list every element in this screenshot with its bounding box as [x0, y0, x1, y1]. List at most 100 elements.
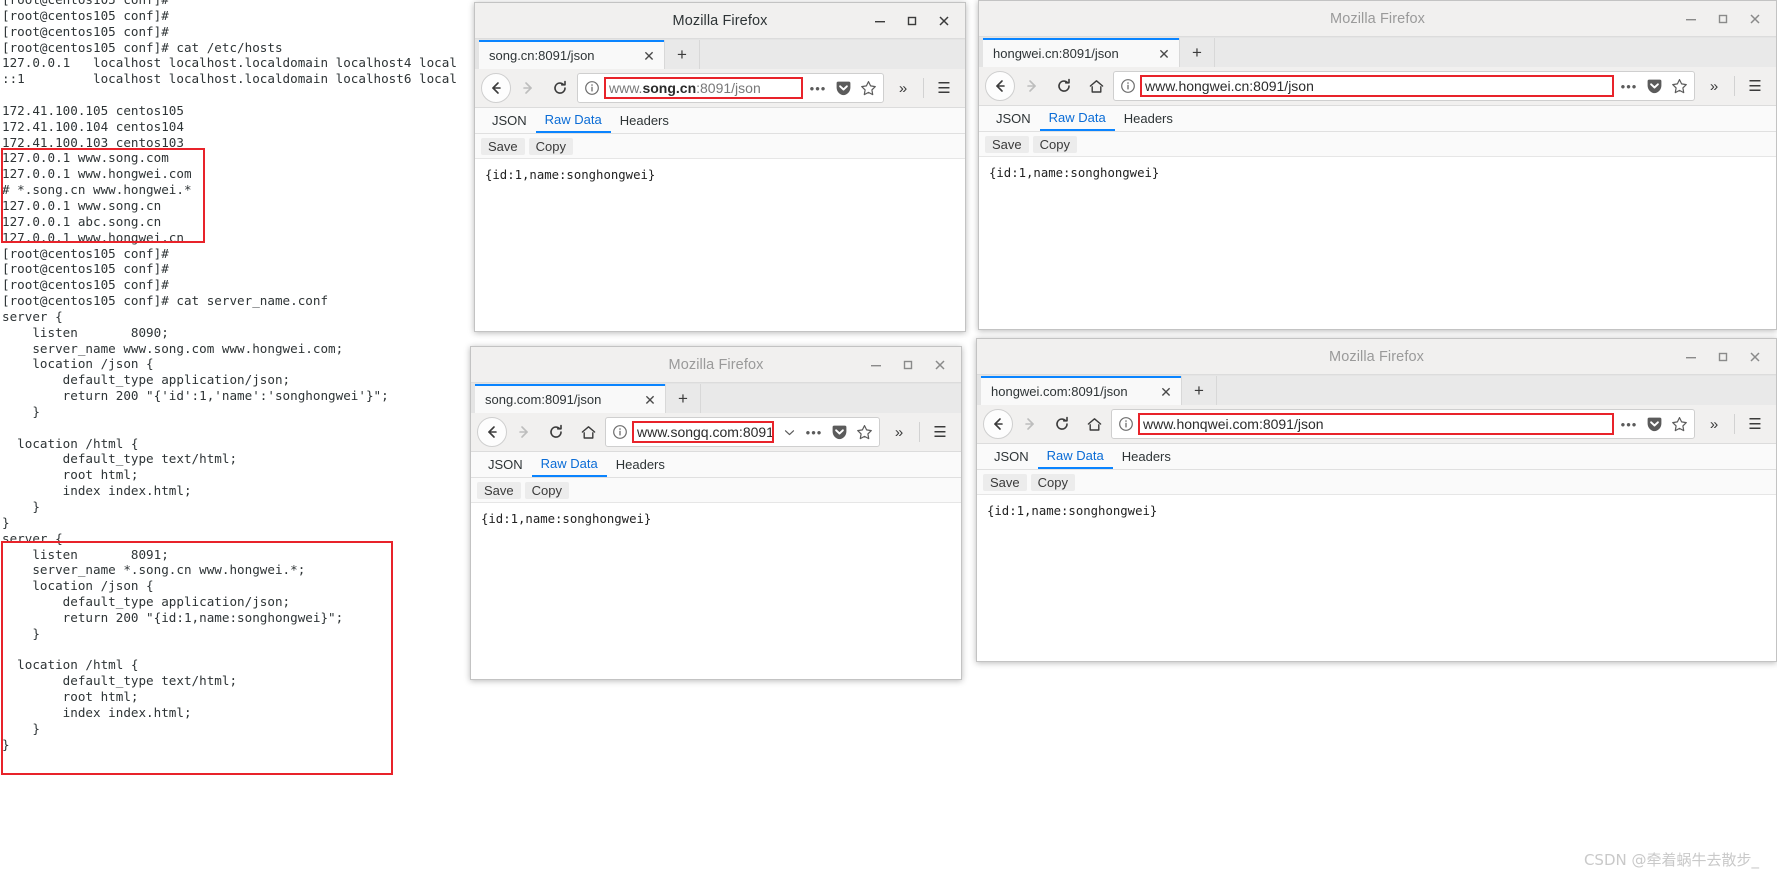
json-viewer-tabs[interactable]: JSON Raw Data Headers: [979, 106, 1776, 132]
bookmark-star-icon[interactable]: [853, 421, 875, 443]
bookmark-star-icon[interactable]: [857, 77, 879, 99]
navigation-toolbar[interactable]: www.hongwei.cn:8091/json ••• » ☰: [979, 67, 1776, 106]
maximize-icon[interactable]: [1708, 342, 1738, 372]
toolbar-right[interactable]: » ☰: [886, 73, 959, 103]
tab-raw-data[interactable]: Raw Data: [531, 452, 607, 477]
navigation-toolbar[interactable]: www.honqwei.com:8091/json ••• » ☰: [977, 405, 1776, 444]
url-bar-icons[interactable]: •••: [1618, 75, 1690, 97]
window-controls[interactable]: [1676, 339, 1770, 374]
tab-headers[interactable]: Headers: [611, 108, 678, 133]
json-viewer-tabs[interactable]: JSON Raw Data Headers: [977, 444, 1776, 470]
titlebar[interactable]: Mozilla Firefox: [471, 347, 961, 383]
history-dropdown-icon[interactable]: [778, 421, 800, 443]
forward-button-icon[interactable]: [513, 73, 543, 103]
back-button-icon[interactable]: [481, 73, 511, 103]
hamburger-menu-icon[interactable]: ☰: [929, 73, 959, 103]
url-bar[interactable]: www.honqwei.com:8091/json •••: [1111, 409, 1695, 439]
pocket-icon[interactable]: [1643, 413, 1665, 435]
home-button-icon[interactable]: [573, 417, 603, 447]
url-bar-icons[interactable]: •••: [807, 77, 879, 99]
browser-tab[interactable]: hongwei.com:8091/json ✕: [981, 376, 1181, 405]
reload-button-icon[interactable]: [545, 73, 575, 103]
browser-tab[interactable]: song.cn:8091/json ✕: [479, 40, 664, 69]
tab-strip[interactable]: song.cn:8091/json ✕ +: [475, 39, 965, 69]
save-button[interactable]: Save: [481, 137, 525, 155]
page-actions-icon[interactable]: •••: [803, 421, 825, 443]
url-bar-icons[interactable]: •••: [1618, 413, 1690, 435]
new-tab-button[interactable]: +: [1181, 376, 1216, 405]
pocket-icon[interactable]: [832, 77, 854, 99]
maximize-icon[interactable]: [893, 350, 923, 380]
url-bar[interactable]: www.song.cn:8091/json •••: [577, 73, 884, 103]
browser-tab[interactable]: song.com:8091/json ✕: [475, 384, 665, 413]
firefox-window-hongwei-cn[interactable]: Mozilla Firefox hongwei.cn:8091/json ✕ +…: [978, 0, 1777, 330]
close-icon[interactable]: [1740, 4, 1770, 34]
tab-raw-data[interactable]: Raw Data: [1039, 106, 1115, 131]
back-button-icon[interactable]: [477, 417, 507, 447]
copy-button[interactable]: Copy: [1030, 473, 1075, 491]
home-button-icon[interactable]: [1081, 71, 1111, 101]
json-viewer-tabs[interactable]: JSON Raw Data Headers: [471, 452, 961, 478]
firefox-window-hongwei-com[interactable]: Mozilla Firefox hongwei.com:8091/json ✕ …: [976, 338, 1777, 662]
titlebar[interactable]: Mozilla Firefox: [979, 1, 1776, 37]
new-tab-button[interactable]: +: [1179, 38, 1214, 67]
window-controls[interactable]: [1676, 1, 1770, 36]
titlebar[interactable]: Mozilla Firefox: [977, 339, 1776, 375]
bookmark-star-icon[interactable]: [1668, 75, 1690, 97]
tab-json[interactable]: JSON: [479, 452, 532, 477]
close-icon[interactable]: [1740, 342, 1770, 372]
tab-strip[interactable]: hongwei.cn:8091/json ✕ +: [979, 37, 1776, 67]
reload-button-icon[interactable]: [541, 417, 571, 447]
pocket-icon[interactable]: [1643, 75, 1665, 97]
url-bar[interactable]: www.songq.com:8091/json •••: [605, 417, 880, 447]
save-button[interactable]: Save: [983, 473, 1027, 491]
titlebar[interactable]: Mozilla Firefox: [475, 3, 965, 39]
forward-button-icon[interactable]: [1017, 71, 1047, 101]
save-button[interactable]: Save: [985, 135, 1029, 153]
json-viewer-actions[interactable]: Save Copy: [471, 478, 961, 503]
toolbar-right[interactable]: » ☰: [1697, 71, 1770, 101]
minimize-icon[interactable]: [1676, 4, 1706, 34]
copy-button[interactable]: Copy: [528, 137, 573, 155]
browser-tab[interactable]: hongwei.cn:8091/json ✕: [983, 38, 1179, 67]
tab-raw-data[interactable]: Raw Data: [1037, 444, 1113, 469]
tab-json[interactable]: JSON: [987, 106, 1040, 131]
url-bar-icons[interactable]: •••: [778, 421, 875, 443]
tab-close-icon[interactable]: ✕: [1155, 45, 1173, 63]
tab-json[interactable]: JSON: [985, 444, 1038, 469]
new-tab-button[interactable]: +: [664, 40, 699, 69]
navigation-toolbar[interactable]: www.songq.com:8091/json ••• » ☰: [471, 413, 961, 452]
site-info-icon[interactable]: [584, 80, 600, 96]
toolbar-right[interactable]: » ☰: [882, 417, 955, 447]
home-button-icon[interactable]: [1079, 409, 1109, 439]
new-tab-button[interactable]: +: [665, 384, 700, 413]
overflow-chevron-icon[interactable]: »: [888, 73, 918, 103]
minimize-icon[interactable]: [865, 6, 895, 36]
tab-strip[interactable]: hongwei.com:8091/json ✕ +: [977, 375, 1776, 405]
tab-headers[interactable]: Headers: [1113, 444, 1180, 469]
navigation-toolbar[interactable]: www.song.cn:8091/json ••• » ☰: [475, 69, 965, 108]
close-icon[interactable]: [925, 350, 955, 380]
copy-button[interactable]: Copy: [524, 481, 569, 499]
tab-strip[interactable]: song.com:8091/json ✕ +: [471, 383, 961, 413]
site-info-icon[interactable]: [1118, 416, 1134, 432]
url-text[interactable]: www.hongwei.cn:8091/json: [1140, 75, 1614, 97]
site-info-icon[interactable]: [612, 424, 628, 440]
tab-close-icon[interactable]: ✕: [640, 47, 658, 65]
overflow-chevron-icon[interactable]: »: [1699, 71, 1729, 101]
firefox-window-song-cn[interactable]: Mozilla Firefox song.cn:8091/json ✕ + ww…: [474, 2, 966, 332]
back-button-icon[interactable]: [983, 409, 1013, 439]
page-actions-icon[interactable]: •••: [1618, 413, 1640, 435]
tab-json[interactable]: JSON: [483, 108, 536, 133]
window-controls[interactable]: [865, 3, 959, 38]
forward-button-icon[interactable]: [1015, 409, 1045, 439]
terminal-window[interactable]: [root@centos105 conf]# [root@centos105 co…: [0, 0, 470, 880]
site-info-icon[interactable]: [1120, 78, 1136, 94]
tab-headers[interactable]: Headers: [607, 452, 674, 477]
window-controls[interactable]: [861, 347, 955, 382]
hamburger-menu-icon[interactable]: ☰: [1740, 71, 1770, 101]
tab-close-icon[interactable]: ✕: [1157, 383, 1175, 401]
page-actions-icon[interactable]: •••: [1618, 75, 1640, 97]
maximize-icon[interactable]: [1708, 4, 1738, 34]
hamburger-menu-icon[interactable]: ☰: [925, 417, 955, 447]
